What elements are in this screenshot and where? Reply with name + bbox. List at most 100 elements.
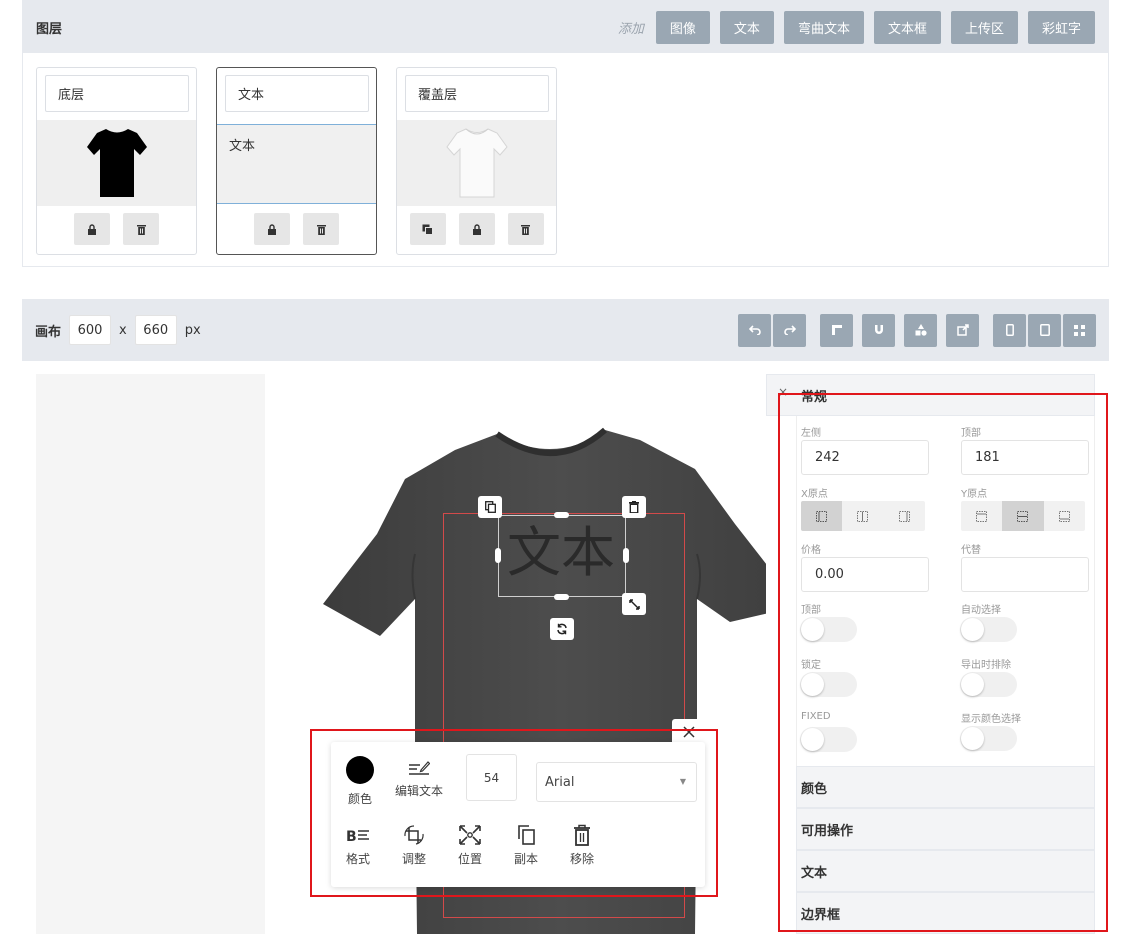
tablet-view-button[interactable] xyxy=(1028,313,1061,347)
rotate-handle[interactable] xyxy=(550,618,574,640)
show-color-select-toggle[interactable] xyxy=(960,726,1017,751)
font-family-value: Arial xyxy=(545,774,575,790)
top-toggle[interactable] xyxy=(800,617,857,642)
delete-button[interactable] xyxy=(507,213,544,245)
canvas-tools-group xyxy=(820,313,979,347)
undo-button[interactable] xyxy=(738,313,771,347)
origin-x-left[interactable] xyxy=(801,501,843,531)
chevron-down-icon: ▼ xyxy=(679,777,686,786)
left-input[interactable]: 242 xyxy=(801,440,929,475)
corner-icon xyxy=(831,325,842,335)
adjust-tool[interactable]: 调整 xyxy=(402,824,426,867)
add-text-button[interactable]: 文本 xyxy=(719,10,774,44)
toggle-knob xyxy=(961,673,984,696)
remove-tool[interactable]: 移除 xyxy=(570,824,594,867)
resize-handle-left[interactable] xyxy=(495,548,501,563)
collapse-x-icon[interactable]: × xyxy=(778,385,788,399)
scale-icon xyxy=(628,598,640,610)
add-layer-group: 添加 图像 文本 弯曲文本 文本框 上传区 彩虹字 xyxy=(617,10,1095,44)
add-upload-zone-button[interactable]: 上传区 xyxy=(950,10,1018,44)
origin-y-bottom[interactable] xyxy=(1043,501,1085,531)
magnet-button[interactable] xyxy=(862,313,895,347)
layer-name-input[interactable]: 底层 xyxy=(45,75,189,112)
shapes-icon xyxy=(915,324,927,336)
redo-button[interactable] xyxy=(773,313,806,347)
price-input[interactable]: 0.00 xyxy=(801,557,929,592)
align-top-icon xyxy=(976,510,988,522)
fullscreen-button[interactable] xyxy=(1063,313,1096,347)
delete-button[interactable] xyxy=(123,213,159,245)
position-tool[interactable]: 位置 xyxy=(458,824,482,867)
bounding-box-section-header[interactable]: 边界框 xyxy=(796,892,1095,934)
top-toggle-label: 顶部 xyxy=(801,605,821,616)
top-label: 顶部 xyxy=(961,428,981,439)
stage-margin xyxy=(36,374,265,934)
export-button[interactable] xyxy=(946,313,979,347)
properties-panel: × 常规 左侧 242 顶部 181 X原点 Y原点 价格 0.00 代替 顶部… xyxy=(766,374,1095,934)
export-exclude-toggle[interactable] xyxy=(960,672,1017,697)
layer-card-overlay[interactable]: 覆盖层 xyxy=(396,67,557,255)
actions-section-header[interactable]: 可用操作 xyxy=(796,808,1095,850)
origin-y-top[interactable] xyxy=(961,501,1003,531)
canvas-width-input[interactable]: 600 xyxy=(69,315,112,345)
canvas-toolbar: 画布 600 x 660 px xyxy=(22,299,1109,361)
lock-icon xyxy=(472,223,481,235)
lock-button[interactable] xyxy=(458,213,495,245)
layers-title: 图层 xyxy=(36,21,63,37)
origin-y-label: Y原点 xyxy=(961,489,988,500)
canvas-height-input[interactable]: 660 xyxy=(134,315,177,345)
edit-text-icon xyxy=(409,761,430,775)
origin-x-center[interactable] xyxy=(842,501,884,531)
delete-button[interactable] xyxy=(303,213,339,245)
add-curved-text-button[interactable]: 弯曲文本 xyxy=(783,10,864,44)
font-family-select[interactable]: Arial ▼ xyxy=(536,762,697,802)
lock-button[interactable] xyxy=(254,213,290,245)
fullscreen-icon xyxy=(1074,324,1085,336)
shapes-button[interactable] xyxy=(904,313,937,347)
add-textbox-button[interactable]: 文本框 xyxy=(873,10,941,44)
add-label: 添加 xyxy=(617,21,644,37)
scale-handle[interactable] xyxy=(622,593,646,615)
corner-align-button[interactable] xyxy=(820,313,853,347)
replace-input[interactable] xyxy=(961,557,1089,592)
format-icon: B xyxy=(346,829,369,844)
copy-tool[interactable]: 副本 xyxy=(514,824,538,867)
auto-select-toggle[interactable] xyxy=(960,617,1017,642)
layers-panel: 图层 添加 图像 文本 弯曲文本 文本框 上传区 彩虹字 底层 文本 文本 覆盖… xyxy=(22,0,1109,267)
edit-text-tool[interactable]: 编辑文本 xyxy=(395,759,443,799)
lock-label: 锁定 xyxy=(801,660,821,671)
trash-icon xyxy=(629,501,639,513)
copy-icon xyxy=(484,501,496,513)
layer-name-input[interactable]: 文本 xyxy=(225,75,369,112)
add-rainbow-text-button[interactable]: 彩虹字 xyxy=(1027,10,1095,44)
white-tshirt-icon xyxy=(445,128,508,198)
lock-button[interactable] xyxy=(74,213,110,245)
origin-y-center[interactable] xyxy=(1002,501,1044,531)
resize-handle-top[interactable] xyxy=(554,512,569,518)
top-input[interactable]: 181 xyxy=(961,440,1089,475)
text-object[interactable]: 文本 xyxy=(498,515,626,597)
general-section-header[interactable]: × 常规 xyxy=(766,374,1095,416)
lock-toggle[interactable] xyxy=(800,672,857,697)
origin-x-right[interactable] xyxy=(883,501,925,531)
duplicate-button[interactable] xyxy=(409,213,446,245)
fixed-toggle[interactable] xyxy=(800,727,857,752)
text-section-header[interactable]: 文本 xyxy=(796,850,1095,892)
delete-handle[interactable] xyxy=(622,496,646,518)
auto-select-label: 自动选择 xyxy=(961,605,1001,616)
layer-card-text[interactable]: 文本 文本 xyxy=(216,67,377,255)
resize-handle-bottom[interactable] xyxy=(554,594,569,600)
tablet-icon xyxy=(1039,324,1050,336)
add-image-button[interactable]: 图像 xyxy=(655,10,710,44)
color-section-header[interactable]: 颜色 xyxy=(796,766,1095,808)
magnet-icon xyxy=(874,325,883,334)
copy-handle[interactable] xyxy=(478,496,502,518)
resize-handle-right[interactable] xyxy=(623,548,629,563)
origin-x-label: X原点 xyxy=(801,489,828,500)
layer-card-base[interactable]: 底层 xyxy=(36,67,197,255)
layer-name-input[interactable]: 覆盖层 xyxy=(405,75,549,112)
color-tool[interactable]: 颜色 xyxy=(346,756,374,807)
font-size-input[interactable]: 54 xyxy=(466,754,517,801)
format-tool[interactable]: B 格式 xyxy=(346,826,370,867)
mobile-view-button[interactable] xyxy=(993,313,1026,347)
